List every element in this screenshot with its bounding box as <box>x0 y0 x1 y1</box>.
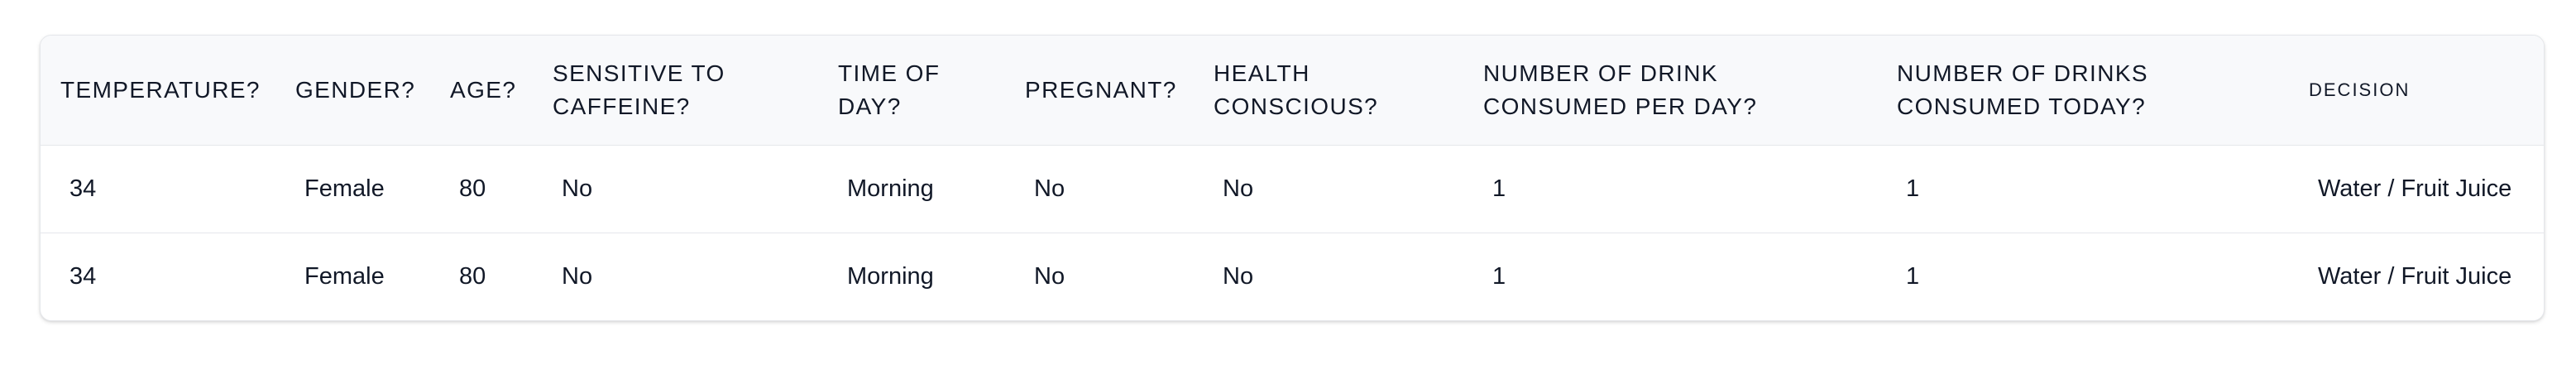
table-row[interactable]: 34 Female 80 No Morning No No 1 1 Water … <box>41 233 2544 320</box>
decision-table-card: TEMPERATURE? GENDER? AGE? SENSITIVE TO C… <box>40 35 2545 321</box>
cell-age: 80 <box>459 175 486 202</box>
cell-time-of-day: Morning <box>847 262 934 290</box>
cell-decision: Water / Fruit Juice <box>2318 175 2512 202</box>
cell-health-conscious: No <box>1223 175 1254 202</box>
cell-pregnant: No <box>1034 262 1065 290</box>
cell-pregnant: No <box>1034 175 1065 202</box>
column-header-drinks-per-day[interactable]: NUMBER OF DRINK CONSUMED PER DAY? <box>1463 36 1877 145</box>
column-header-age[interactable]: AGE? <box>430 36 533 145</box>
column-header-drinks-today[interactable]: NUMBER OF DRINKS CONSUMED TODAY? <box>1877 36 2289 145</box>
column-header-gender[interactable]: GENDER? <box>275 36 430 145</box>
column-header-decision[interactable]: DECISION <box>2289 36 2544 145</box>
column-header-sensitive-to-caffeine[interactable]: SENSITIVE TO CAFFEINE? <box>533 36 818 145</box>
cell-drinks-today: 1 <box>1906 175 1920 202</box>
column-header-health-conscious[interactable]: HEALTH CONSCIOUS? <box>1194 36 1463 145</box>
column-header-pregnant[interactable]: PREGNANT? <box>1005 36 1194 145</box>
column-header-temperature[interactable]: TEMPERATURE? <box>41 36 275 145</box>
cell-gender: Female <box>304 175 385 202</box>
cell-drinks-today: 1 <box>1906 262 1920 290</box>
column-header-time-of-day[interactable]: TIME OF DAY? <box>818 36 1005 145</box>
cell-temperature: 34 <box>69 175 97 202</box>
table-header-row: TEMPERATURE? GENDER? AGE? SENSITIVE TO C… <box>41 36 2544 145</box>
table-row[interactable]: 34 Female 80 No Morning No No 1 1 Water … <box>41 145 2544 233</box>
cell-sensitive-to-caffeine: No <box>562 262 593 290</box>
cell-time-of-day: Morning <box>847 175 934 202</box>
cell-drinks-per-day: 1 <box>1492 175 1506 202</box>
cell-health-conscious: No <box>1223 262 1254 290</box>
cell-drinks-per-day: 1 <box>1492 262 1506 290</box>
cell-temperature: 34 <box>69 262 97 290</box>
cell-gender: Female <box>304 262 385 290</box>
cell-decision: Water / Fruit Juice <box>2318 262 2512 290</box>
cell-age: 80 <box>459 262 486 290</box>
decision-table: TEMPERATURE? GENDER? AGE? SENSITIVE TO C… <box>41 36 2544 320</box>
cell-sensitive-to-caffeine: No <box>562 175 593 202</box>
